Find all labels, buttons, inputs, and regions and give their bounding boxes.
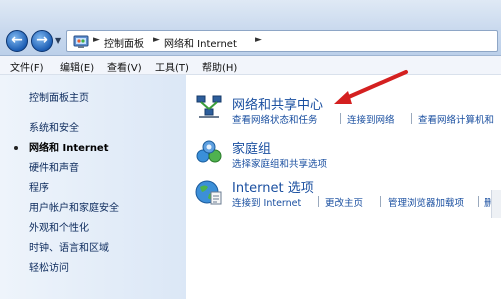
internet-options-icon [195,180,222,205]
sidebar-item-network-internet[interactable]: 网络和 Internet [29,139,109,154]
current-item-bullet [14,146,18,150]
network-sharing-icon [196,95,222,118]
scrollbar[interactable] [491,190,501,218]
link-connect-to-network[interactable]: 连接到网络 [347,112,395,126]
sidebar-item-user-accounts[interactable]: 用户帐户和家庭安全 [29,199,119,214]
menu-tools[interactable]: 工具(T) [155,59,189,74]
sidebar-item-appearance[interactable]: 外观和个性化 [29,219,89,234]
sidebar-item-ease-of-access[interactable]: 轻松访问 [29,259,69,274]
link-manage-add-ons[interactable]: 管理浏览器加载项 [388,195,464,209]
breadcrumb-separator[interactable]: ► [93,35,100,45]
sidebar-item-hardware-sound[interactable]: 硬件和声音 [29,159,79,174]
link-connect-to-internet[interactable]: 连接到 Internet [232,195,301,209]
menu-bar: 文件(F) 编辑(E) 查看(V) 工具(T) 帮助(H) [0,56,501,75]
menu-help[interactable]: 帮助(H) [202,59,237,74]
category-title-network-sharing[interactable]: 网络和共享中心 [232,94,323,113]
back-button[interactable]: ← [6,30,28,52]
address-bar-region: ← → ▼ ► 控制面板 ► 网络和 Internet ► [0,0,501,56]
category-title-internet-options[interactable]: Internet 选项 [232,177,314,196]
sidebar-item-programs[interactable]: 程序 [29,179,49,194]
link-divider [380,196,381,207]
link-change-home-page[interactable]: 更改主页 [325,195,363,209]
forward-button[interactable]: → [31,30,53,52]
sidebar-item-system-security[interactable]: 系统和安全 [29,119,79,134]
menu-file[interactable]: 文件(F) [10,59,44,74]
sidebar-item-clock-language[interactable]: 时钟、语言和区域 [29,239,109,254]
menu-edit[interactable]: 编辑(E) [60,59,94,74]
red-arrow-annotation [334,70,408,104]
address-field[interactable]: ► 控制面板 ► 网络和 Internet ► [66,30,498,52]
link-divider [340,113,341,124]
breadcrumb-network-internet[interactable]: 网络和 Internet [164,35,237,50]
category-title-homegroup[interactable]: 家庭组 [232,138,271,157]
menu-view[interactable]: 查看(V) [107,59,142,74]
recent-pages-dropdown[interactable]: ▼ [55,36,61,45]
breadcrumb-separator[interactable]: ► [153,35,160,45]
link-homegroup-sharing-options[interactable]: 选择家庭组和共享选项 [232,156,327,170]
link-divider [318,196,319,207]
link-divider [411,113,412,124]
left-navigation-pane [0,75,186,299]
control-panel-icon [73,35,89,48]
homegroup-icon [196,140,222,163]
breadcrumb-control-panel[interactable]: 控制面板 [104,35,144,50]
link-divider [478,196,479,207]
breadcrumb-separator[interactable]: ► [255,35,262,45]
sidebar-item-control-panel-home[interactable]: 控制面板主页 [29,89,89,104]
link-view-network-computers[interactable]: 查看网络计算机和 [418,112,494,126]
link-view-network-status[interactable]: 查看网络状态和任务 [232,112,318,126]
